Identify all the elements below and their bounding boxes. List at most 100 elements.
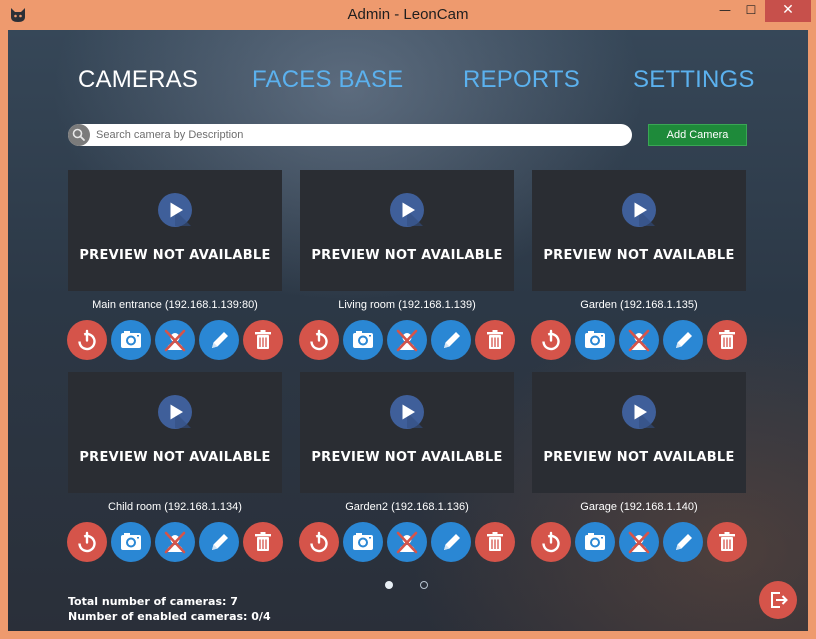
delete-camera-button[interactable] <box>707 320 747 360</box>
camera-card: PREVIEW NOT AVAILABLE Garage (192.168.1.1… <box>531 372 747 567</box>
play-icon <box>622 193 656 227</box>
edit-camera-button[interactable] <box>663 522 703 562</box>
minimize-button[interactable]: — <box>712 0 738 22</box>
tab-reports[interactable]: REPORTS <box>463 66 580 94</box>
camera-icon <box>121 331 141 348</box>
maximize-button[interactable]: ☐ <box>738 0 764 22</box>
pencil-icon <box>444 534 460 550</box>
face-recognition-off-icon <box>164 531 186 554</box>
edit-camera-button[interactable] <box>663 320 703 360</box>
camera-preview[interactable]: PREVIEW NOT AVAILABLE <box>300 372 514 493</box>
camera-icon <box>121 533 141 550</box>
delete-camera-button[interactable] <box>243 320 283 360</box>
tab-settings[interactable]: SETTINGS <box>633 66 755 94</box>
face-recognition-off-icon <box>628 531 650 554</box>
camera-label: Living room (192.168.1.139) <box>338 299 476 311</box>
total-cameras-text: Total number of cameras: 7 <box>68 595 238 608</box>
camera-actions <box>531 522 747 562</box>
enabled-cameras-text: Number of enabled cameras: 0/4 <box>68 610 271 623</box>
camera-label: Main entrance (192.168.1.139:80) <box>92 299 258 311</box>
pencil-icon <box>444 332 460 348</box>
toggle-power-button[interactable] <box>531 320 571 360</box>
preview-status-text: PREVIEW NOT AVAILABLE <box>543 248 735 263</box>
camera-preview[interactable]: PREVIEW NOT AVAILABLE <box>300 170 514 291</box>
camera-actions <box>299 522 515 562</box>
pencil-icon <box>212 534 228 550</box>
snapshot-button[interactable] <box>111 320 151 360</box>
camera-preview[interactable]: PREVIEW NOT AVAILABLE <box>532 372 746 493</box>
face-recognition-off-icon <box>396 531 418 554</box>
preview-status-text: PREVIEW NOT AVAILABLE <box>311 248 503 263</box>
edit-camera-button[interactable] <box>431 320 471 360</box>
edit-camera-button[interactable] <box>199 320 239 360</box>
preview-status-text: PREVIEW NOT AVAILABLE <box>79 450 271 465</box>
delete-camera-button[interactable] <box>707 522 747 562</box>
toggle-power-button[interactable] <box>531 522 571 562</box>
camera-label: Child room (192.168.1.134) <box>108 501 242 513</box>
face-recognition-button[interactable] <box>387 320 427 360</box>
pencil-icon <box>676 332 692 348</box>
tab-faces-base[interactable]: FACES BASE <box>252 66 403 94</box>
face-recognition-button[interactable] <box>387 522 427 562</box>
camera-card: PREVIEW NOT AVAILABLE Garden (192.168.1.1… <box>531 170 747 365</box>
main-panel: CAMERAS FACES BASE REPORTS SETTINGS Add … <box>8 30 808 631</box>
camera-stats: Total number of cameras: 7 Number of ena… <box>68 594 271 624</box>
camera-preview[interactable]: PREVIEW NOT AVAILABLE <box>532 170 746 291</box>
delete-camera-button[interactable] <box>243 522 283 562</box>
logout-icon <box>771 592 788 608</box>
camera-card: PREVIEW NOT AVAILABLE Child room (192.168… <box>67 372 283 567</box>
camera-preview[interactable]: PREVIEW NOT AVAILABLE <box>68 372 282 493</box>
face-recognition-button[interactable] <box>155 320 195 360</box>
page-dot-1[interactable] <box>385 581 393 589</box>
snapshot-button[interactable] <box>111 522 151 562</box>
preview-status-text: PREVIEW NOT AVAILABLE <box>543 450 735 465</box>
camera-label: Garden (192.168.1.135) <box>580 299 698 311</box>
toggle-power-button[interactable] <box>67 522 107 562</box>
camera-card: PREVIEW NOT AVAILABLE Garden2 (192.168.1.… <box>299 372 515 567</box>
face-recognition-button[interactable] <box>619 522 659 562</box>
trash-icon <box>487 532 503 551</box>
camera-label: Garden2 (192.168.1.136) <box>345 501 469 513</box>
pencil-icon <box>676 534 692 550</box>
toggle-power-button[interactable] <box>67 320 107 360</box>
title-bar: Admin - LeonCam — ☐ ✕ <box>0 0 816 30</box>
power-icon <box>310 531 328 553</box>
power-icon <box>78 531 96 553</box>
camera-card: PREVIEW NOT AVAILABLE Main entrance (192.… <box>67 170 283 365</box>
play-icon <box>390 193 424 227</box>
toggle-power-button[interactable] <box>299 522 339 562</box>
add-camera-button[interactable]: Add Camera <box>648 124 747 146</box>
search-icon <box>68 124 90 146</box>
search-bar <box>68 124 632 146</box>
trash-icon <box>255 532 271 551</box>
camera-preview[interactable]: PREVIEW NOT AVAILABLE <box>68 170 282 291</box>
snapshot-button[interactable] <box>575 320 615 360</box>
close-button[interactable]: ✕ <box>765 0 811 22</box>
edit-camera-button[interactable] <box>199 522 239 562</box>
window-title: Admin - LeonCam <box>347 6 469 23</box>
delete-camera-button[interactable] <box>475 320 515 360</box>
play-icon <box>622 395 656 429</box>
logout-button[interactable] <box>759 581 797 619</box>
camera-icon <box>585 533 605 550</box>
page-dot-2[interactable] <box>420 581 428 589</box>
snapshot-button[interactable] <box>343 320 383 360</box>
face-recognition-button[interactable] <box>155 522 195 562</box>
trash-icon <box>719 532 735 551</box>
delete-camera-button[interactable] <box>475 522 515 562</box>
camera-actions <box>531 320 747 360</box>
face-recognition-off-icon <box>628 329 650 352</box>
tab-cameras[interactable]: CAMERAS <box>78 66 198 94</box>
camera-icon <box>585 331 605 348</box>
power-icon <box>542 329 560 351</box>
snapshot-button[interactable] <box>343 522 383 562</box>
edit-camera-button[interactable] <box>431 522 471 562</box>
camera-actions <box>67 522 283 562</box>
snapshot-button[interactable] <box>575 522 615 562</box>
face-recognition-button[interactable] <box>619 320 659 360</box>
trash-icon <box>487 330 503 349</box>
face-recognition-off-icon <box>396 329 418 352</box>
search-input[interactable] <box>94 124 626 146</box>
toggle-power-button[interactable] <box>299 320 339 360</box>
power-icon <box>542 531 560 553</box>
